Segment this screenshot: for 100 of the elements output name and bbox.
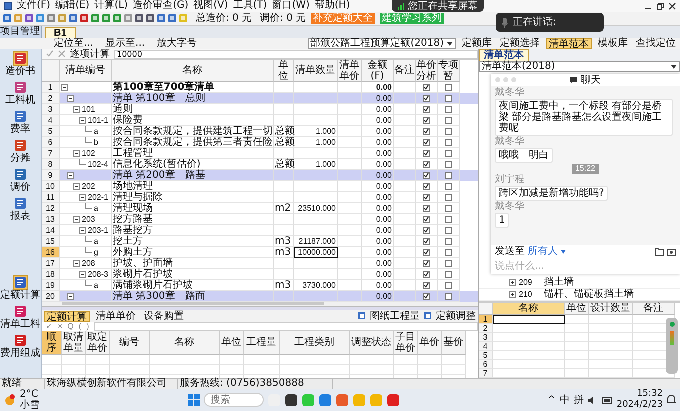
recipient-dropdown[interactable]: 所有人: [528, 246, 558, 257]
row-number[interactable]: 3: [42, 104, 60, 115]
menu-item[interactable]: 视图(V): [194, 0, 228, 12]
collapse-icon[interactable]: [73, 182, 80, 190]
collapse-icon[interactable]: [79, 116, 86, 124]
checkbox[interactable]: [423, 260, 430, 266]
sidebar-item[interactable]: 造价书: [4, 51, 36, 78]
menu-item[interactable]: 工具(T): [233, 0, 268, 12]
checkbox[interactable]: [445, 172, 452, 178]
formula-field[interactable]: 10000: [114, 50, 478, 58]
find-button[interactable]: 显示至...: [106, 38, 146, 49]
checkbox[interactable]: [445, 138, 452, 146]
collapse-icon[interactable]: [73, 106, 80, 112]
collapse-icon[interactable]: [61, 84, 68, 90]
library-button[interactable]: 模板库: [596, 38, 630, 49]
checkbox[interactable]: [423, 128, 430, 134]
row-number[interactable]: 1: [42, 82, 60, 93]
formula-symbol[interactable]: ✓: [46, 322, 53, 331]
row-number[interactable]: 5: [42, 126, 60, 137]
checkbox[interactable]: [423, 106, 430, 112]
library-dropdown[interactable]: 部颁公路工程预算定额(2018): [308, 38, 456, 49]
sidebar-item[interactable]: 清单工料: [0, 304, 42, 331]
notification-icon[interactable]: [667, 395, 676, 405]
tab[interactable]: 清单单价: [94, 310, 138, 322]
row-number[interactable]: 9: [42, 170, 60, 181]
message-input[interactable]: 说点什么...: [491, 258, 680, 274]
checkbox[interactable]: [423, 204, 430, 212]
checkbox[interactable]: [445, 270, 452, 278]
scrollbar-track[interactable]: [42, 302, 478, 306]
expand-icon[interactable]: [509, 279, 516, 286]
tray-item[interactable]: ^: [547, 394, 556, 406]
checkbox[interactable]: [445, 150, 452, 156]
library-button[interactable]: 定额库: [460, 38, 494, 49]
collapse-icon[interactable]: [67, 94, 74, 102]
checkbox[interactable]: [423, 270, 430, 278]
row-number[interactable]: 6: [479, 360, 493, 369]
collapse-icon[interactable]: [73, 260, 80, 266]
checkbox[interactable]: [445, 160, 452, 168]
find-button[interactable]: 放大字号: [157, 38, 198, 49]
row-number[interactable]: 4: [479, 342, 493, 351]
formula-symbol[interactable]: (: [78, 322, 82, 331]
checkbox[interactable]: [423, 194, 430, 200]
calculate-button[interactable]: 逐项计算: [70, 48, 110, 60]
row-number[interactable]: 12: [42, 203, 60, 214]
checkbox[interactable]: [423, 150, 430, 156]
camera-icon[interactable]: [667, 248, 676, 256]
quantity-cell[interactable]: 10000.000: [294, 247, 338, 258]
project-tab[interactable]: 项目管理: [0, 26, 42, 38]
weather-icon[interactable]: [4, 394, 16, 406]
checkbox[interactable]: [445, 128, 452, 134]
checkbox[interactable]: [423, 116, 430, 124]
row-number[interactable]: 17: [42, 258, 60, 269]
checkbox[interactable]: [445, 204, 452, 212]
library-button[interactable]: 查找定位: [634, 38, 678, 49]
formula-symbol[interactable]: Q: [68, 322, 74, 331]
checkbox[interactable]: [423, 292, 430, 300]
row-number[interactable]: 11: [42, 192, 60, 203]
folder-icon[interactable]: [655, 248, 664, 256]
sidebar-item[interactable]: 调价: [10, 167, 32, 194]
collapse-icon[interactable]: [73, 150, 80, 156]
search-field[interactable]: 搜索: [204, 393, 264, 407]
tray-item[interactable]: 拼: [574, 394, 584, 406]
checkbox[interactable]: [445, 238, 452, 244]
row-number[interactable]: 4: [42, 115, 60, 126]
restore-icon[interactable]: [657, 2, 664, 10]
tab[interactable]: 定额计算: [44, 310, 90, 322]
collapse-icon[interactable]: [73, 216, 80, 222]
checkbox[interactable]: [423, 160, 430, 168]
sidebar-item[interactable]: 工料机: [4, 80, 36, 107]
checkbox[interactable]: [423, 226, 430, 234]
menu-item[interactable]: 编辑(E): [56, 0, 90, 12]
checkbox[interactable]: [445, 84, 452, 90]
checkbox[interactable]: [423, 282, 430, 288]
sidebar-item[interactable]: 报表: [10, 196, 32, 223]
sidebar-item[interactable]: 定额计算: [0, 275, 42, 302]
checkbox[interactable]: [423, 238, 430, 244]
row-number[interactable]: 8: [42, 159, 60, 170]
windows-start-icon[interactable]: [188, 394, 200, 406]
checkbox[interactable]: [445, 216, 452, 222]
checkbox[interactable]: [423, 138, 430, 146]
table-icon[interactable]: [358, 312, 366, 320]
toolbar-button[interactable]: 图纸工程量: [370, 310, 420, 322]
checkbox[interactable]: [445, 282, 452, 288]
table-icon[interactable]: [424, 312, 432, 320]
document-tab[interactable]: B1: [45, 27, 76, 38]
row-number[interactable]: 14: [42, 225, 60, 236]
app-icon[interactable]: [284, 394, 298, 406]
checkbox[interactable]: [445, 292, 452, 300]
checkbox[interactable]: [445, 116, 452, 124]
formula-symbol[interactable]: ): [86, 322, 90, 331]
tray-item[interactable]: 中: [560, 394, 570, 406]
checkbox[interactable]: [445, 260, 452, 266]
row-number[interactable]: 13: [42, 214, 60, 225]
expand-icon[interactable]: [509, 291, 516, 298]
scrollbar-thumb[interactable]: [62, 302, 324, 305]
row-number[interactable]: 10: [42, 181, 60, 192]
row-number[interactable]: 5: [479, 351, 493, 360]
row-number[interactable]: 7: [42, 148, 60, 159]
formula-field[interactable]: [94, 322, 478, 331]
checkbox[interactable]: [423, 172, 430, 178]
